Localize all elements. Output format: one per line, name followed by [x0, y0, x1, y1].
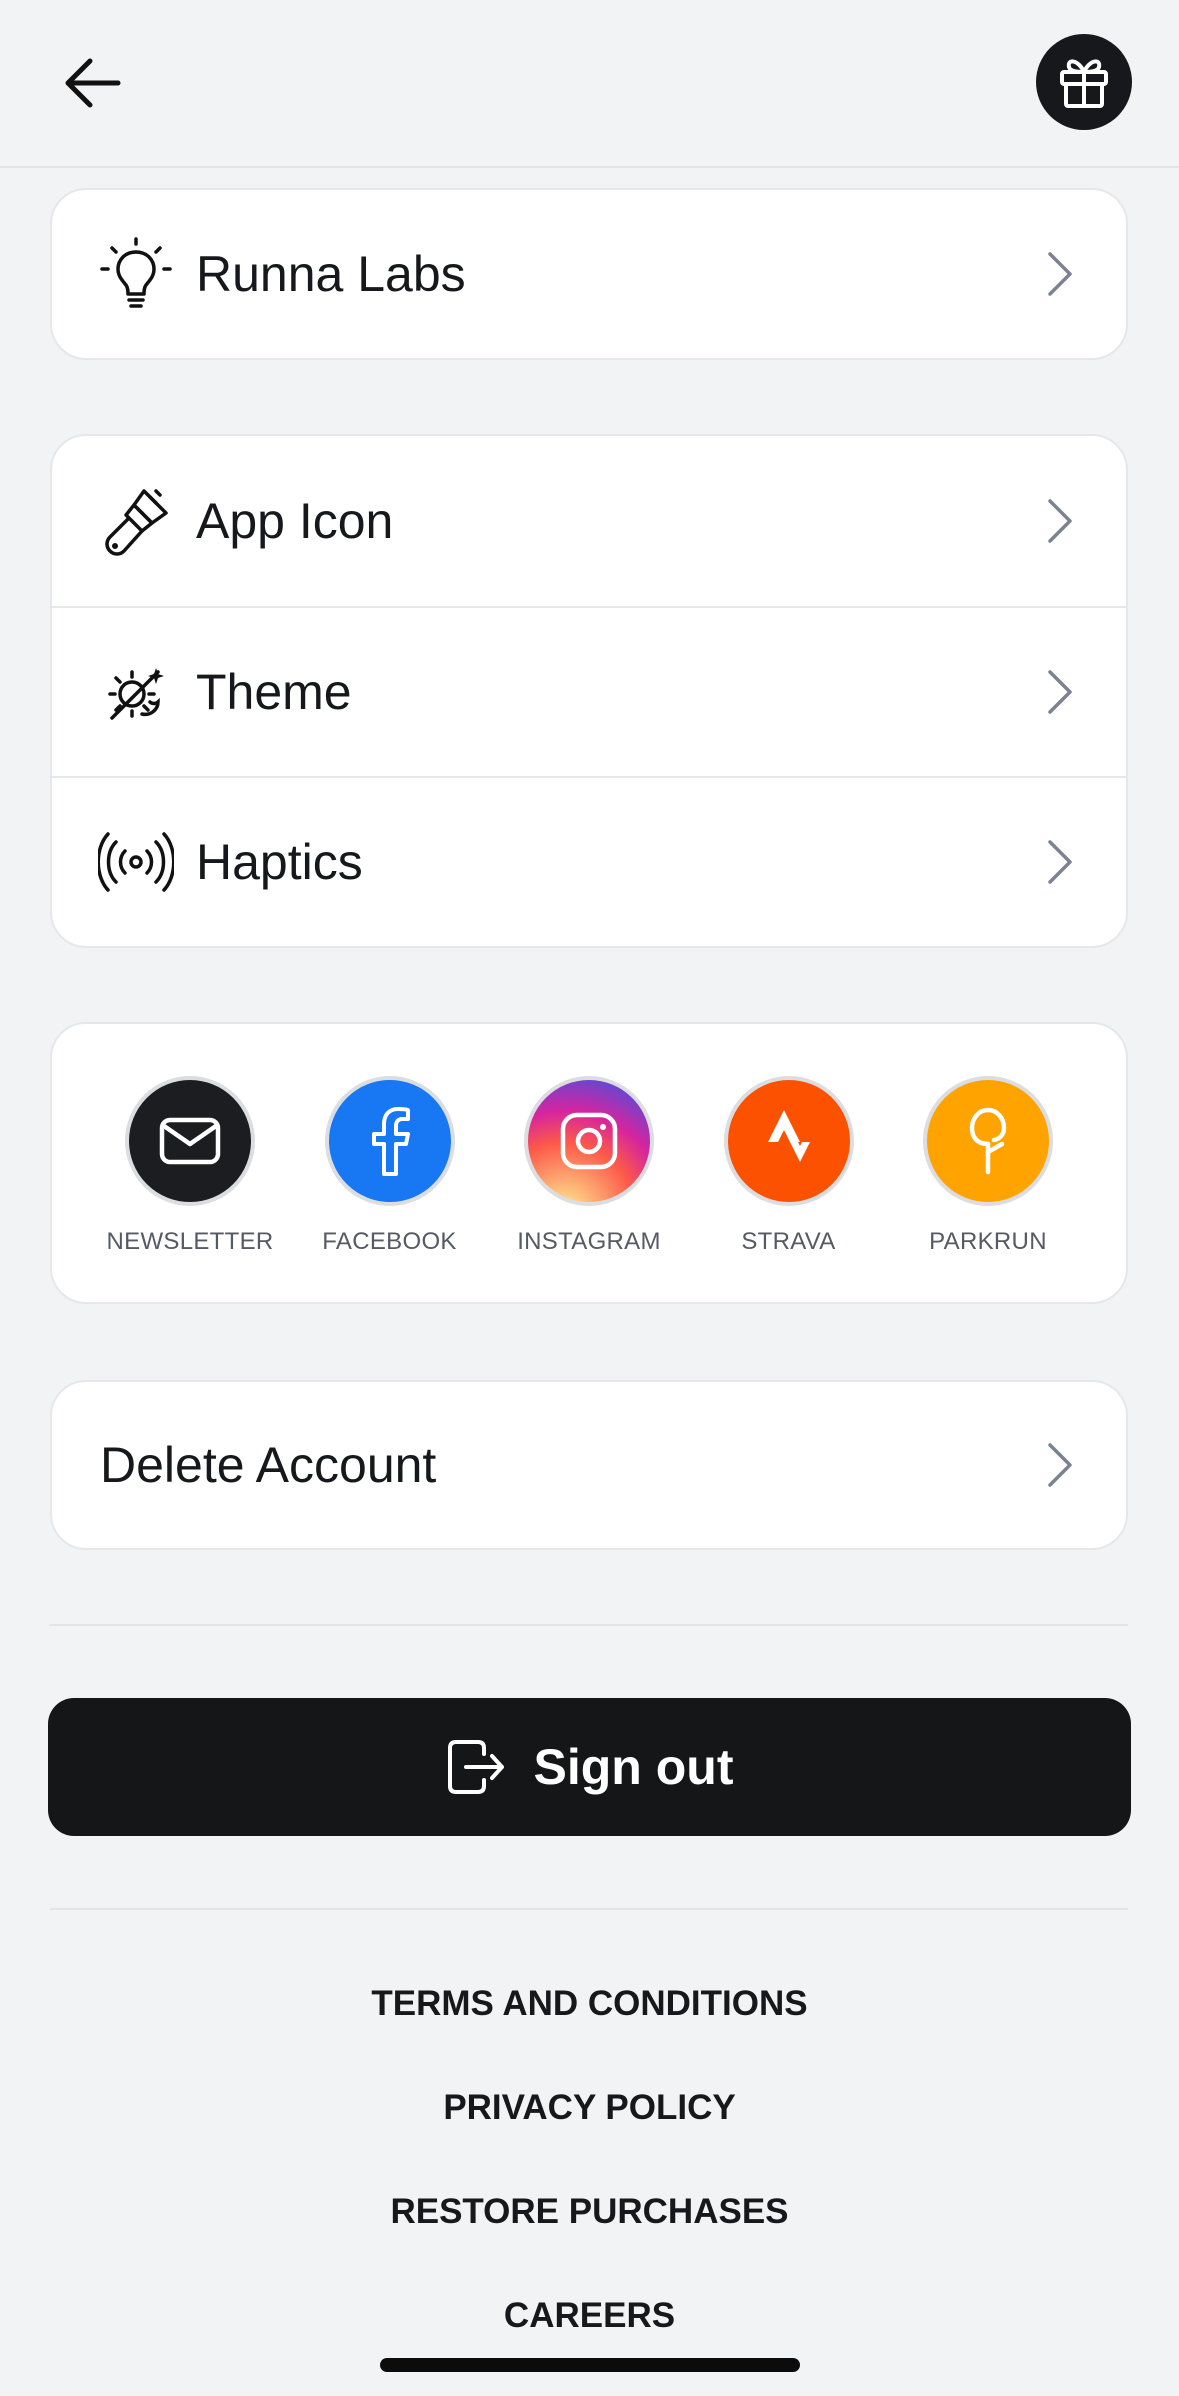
facebook-icon [371, 1107, 410, 1176]
divider [50, 1624, 1128, 1626]
gift-icon [1060, 59, 1108, 108]
sign-out-label: Sign out [533, 1739, 734, 1795]
app-icon-label: App Icon [196, 493, 394, 549]
top-bar [0, 0, 1179, 168]
strava-circle [723, 1076, 854, 1206]
strava-icon [767, 1110, 810, 1162]
delete-account-label: Delete Account [100, 1437, 437, 1493]
facebook-circle [324, 1076, 455, 1206]
paintbrush-icon [98, 483, 174, 559]
careers-link[interactable]: CAREERS [0, 2296, 1179, 2336]
social-card: NEWSLETTER FACEBOOK INSTAGRAM STRAVA PAR… [50, 1022, 1128, 1304]
arrow-left-icon [65, 58, 121, 108]
newsletter-circle [125, 1076, 255, 1206]
app-icon-row[interactable]: App Icon [52, 436, 1126, 606]
lightbulb-icon [98, 236, 174, 312]
instagram-icon [560, 1112, 618, 1170]
divider [50, 1908, 1128, 1910]
strava-link[interactable]: STRAVA [709, 1076, 869, 1256]
haptics-row[interactable]: Haptics [52, 776, 1126, 946]
newsletter-label: NEWSLETTER [106, 1228, 274, 1255]
chevron-right-icon [1040, 834, 1080, 890]
delete-account-row[interactable]: Delete Account [52, 1382, 1126, 1548]
labs-card: Runna Labs [50, 188, 1128, 360]
chevron-right-icon [1040, 1437, 1080, 1493]
back-button[interactable] [52, 50, 132, 116]
parkrun-link[interactable]: PARKRUN [908, 1076, 1068, 1256]
social-links: NEWSLETTER FACEBOOK INSTAGRAM STRAVA PAR… [52, 1024, 1126, 1256]
mail-icon [159, 1117, 221, 1165]
gift-button[interactable] [1036, 34, 1132, 130]
instagram-label: INSTAGRAM [517, 1228, 661, 1255]
chevron-right-icon [1040, 493, 1080, 549]
facebook-label: FACEBOOK [322, 1228, 457, 1255]
theme-sun-moon-icon [98, 654, 174, 730]
sign-out-icon [447, 1740, 504, 1794]
facebook-link[interactable]: FACEBOOK [310, 1076, 470, 1256]
privacy-link[interactable]: PRIVACY POLICY [0, 2088, 1179, 2128]
theme-label: Theme [196, 664, 352, 720]
parkrun-icon [969, 1107, 1007, 1175]
parkrun-label: PARKRUN [929, 1228, 1047, 1255]
appearance-card: App Icon Theme Haptics [50, 434, 1128, 948]
terms-link[interactable]: TERMS AND CONDITIONS [0, 1984, 1179, 2024]
restore-purchases-link[interactable]: RESTORE PURCHASES [0, 2192, 1179, 2232]
runna-labs-row[interactable]: Runna Labs [52, 190, 1126, 358]
account-card: Delete Account [50, 1380, 1128, 1550]
home-indicator [380, 2358, 800, 2372]
parkrun-circle [923, 1076, 1053, 1206]
instagram-link[interactable]: INSTAGRAM [509, 1076, 669, 1256]
chevron-right-icon [1040, 664, 1080, 720]
chevron-right-icon [1040, 246, 1080, 302]
runna-labs-label: Runna Labs [196, 246, 466, 302]
vibration-icon [98, 824, 174, 900]
haptics-label: Haptics [196, 834, 363, 890]
instagram-circle [524, 1076, 654, 1206]
newsletter-link[interactable]: NEWSLETTER [107, 1076, 273, 1256]
sign-out-button[interactable]: Sign out [48, 1698, 1131, 1836]
strava-label: STRAVA [741, 1228, 836, 1255]
theme-row[interactable]: Theme [52, 606, 1126, 776]
